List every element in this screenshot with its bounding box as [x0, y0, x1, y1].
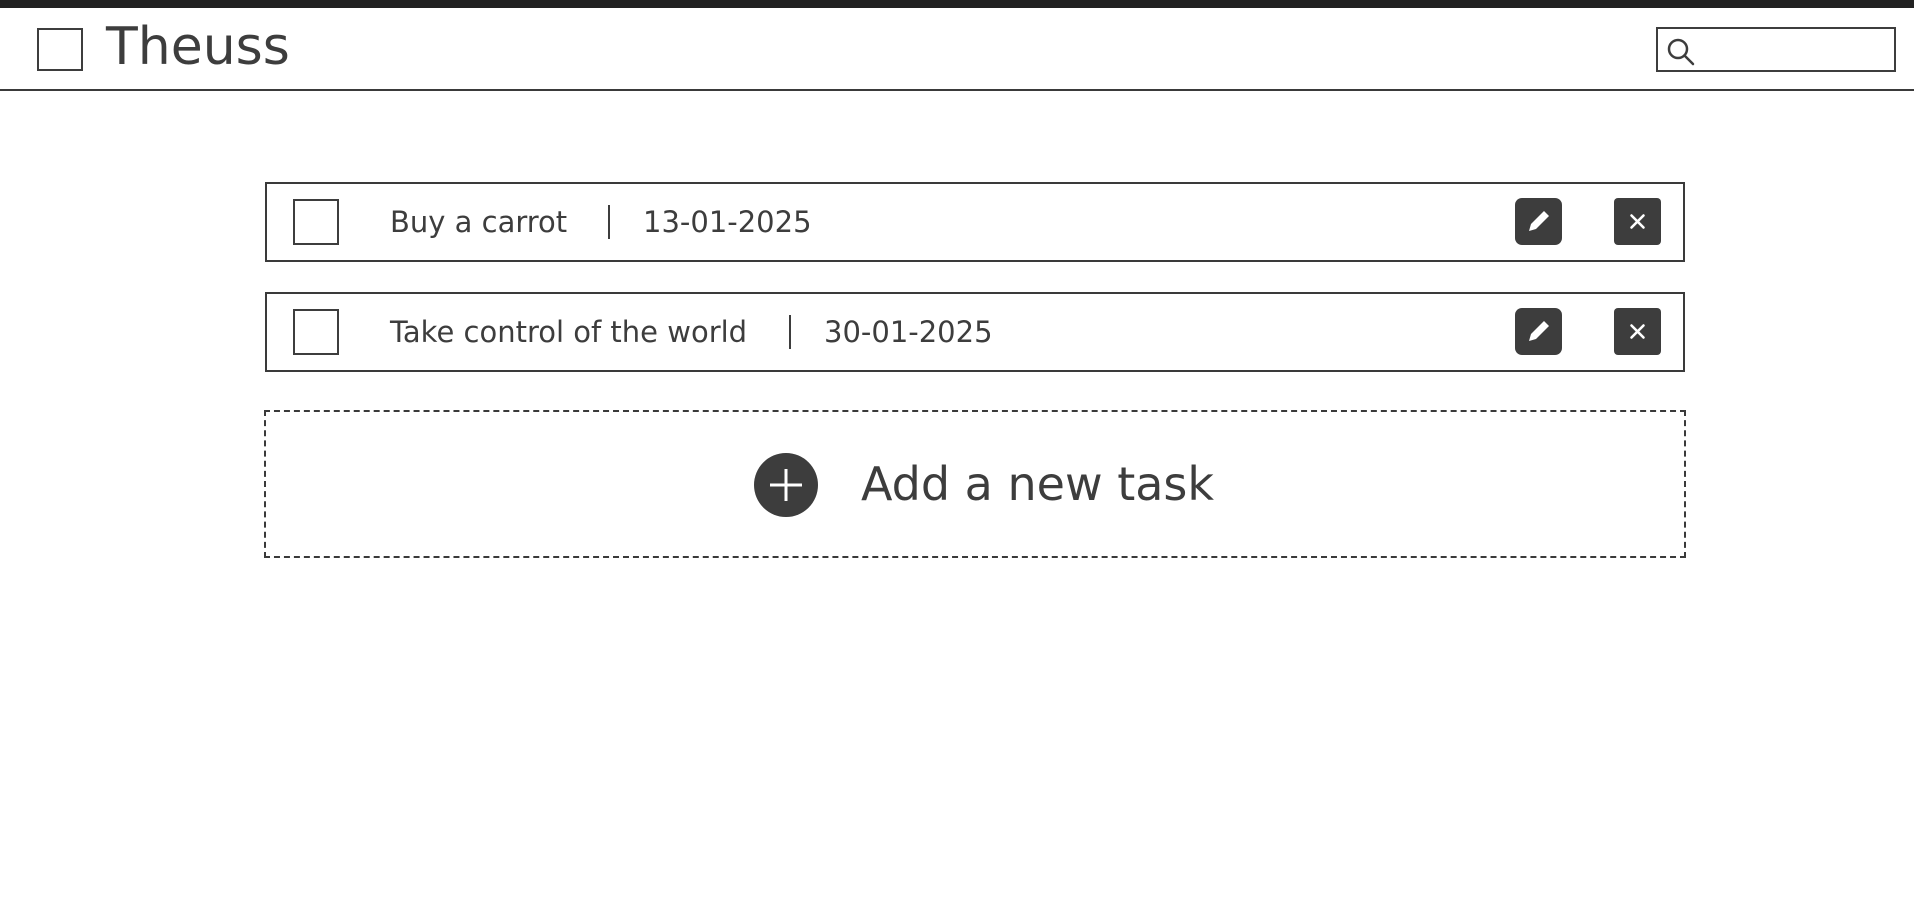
add-task-label: Add a new task	[861, 457, 1215, 511]
task-separator	[789, 315, 791, 349]
task-date: 13-01-2025	[643, 205, 812, 239]
plus-circle-icon	[754, 453, 818, 517]
edit-task-button[interactable]	[1515, 198, 1562, 245]
search-box[interactable]	[1656, 27, 1896, 72]
app-title: Theuss	[106, 17, 290, 77]
delete-task-button[interactable]	[1614, 308, 1661, 355]
pencil-icon	[1529, 321, 1549, 341]
task-name: Buy a carrot	[390, 205, 568, 239]
task-separator	[608, 205, 610, 239]
task-checkbox[interactable]	[293, 199, 339, 245]
edit-task-button[interactable]	[1515, 308, 1562, 355]
task-date: 30-01-2025	[824, 315, 993, 349]
task-checkbox[interactable]	[293, 309, 339, 355]
task-name: Take control of the world	[390, 315, 748, 349]
task-row: Buy a carrot 13-01-2025	[265, 182, 1685, 262]
logo-checkbox	[37, 28, 83, 71]
add-task-button[interactable]: Add a new task	[264, 410, 1686, 558]
pencil-icon	[1529, 211, 1549, 231]
search-input[interactable]	[1702, 33, 1888, 66]
delete-task-button[interactable]	[1614, 198, 1661, 245]
close-icon	[1630, 214, 1645, 229]
app-header: Theuss	[0, 8, 1914, 91]
top-strip	[0, 0, 1914, 8]
search-icon	[1667, 38, 1695, 66]
task-row: Take control of the world 30-01-2025	[265, 292, 1685, 372]
close-icon	[1630, 324, 1645, 339]
